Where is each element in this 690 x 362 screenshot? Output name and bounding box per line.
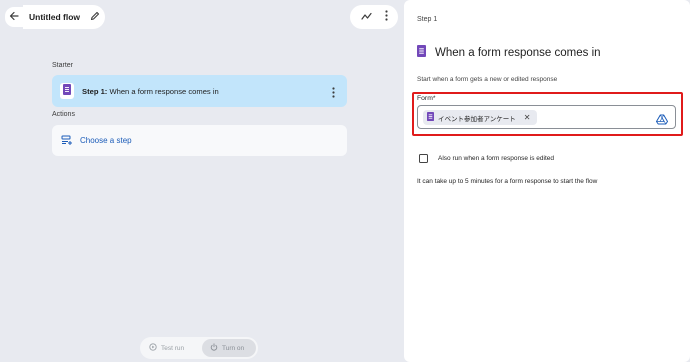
google-forms-icon [63, 82, 71, 100]
power-icon [210, 343, 218, 353]
panel-heading-text: When a form response comes in [435, 46, 601, 59]
edit-pencil-icon[interactable] [90, 11, 100, 23]
starter-label: Starter [52, 62, 74, 69]
form-field-label: Form* [417, 95, 436, 102]
test-run-label: Test run [161, 344, 185, 352]
google-forms-icon [427, 112, 434, 123]
flow-title-chip[interactable]: Untitled flow [23, 5, 105, 29]
form-icon-container [60, 83, 74, 99]
more-options-icon[interactable] [384, 8, 388, 26]
starter-step-prefix: Step 1: [82, 86, 108, 96]
panel-step-label: Step 1 [417, 16, 438, 23]
actions-label: Actions [52, 111, 75, 118]
starter-step-card[interactable]: Step 1: When a form response comes in [52, 75, 347, 107]
test-run-button[interactable]: Test run [149, 339, 199, 357]
google-forms-icon [417, 45, 426, 60]
add-step-icon [61, 135, 72, 147]
activity-chart-icon[interactable] [360, 8, 372, 26]
flow-canvas: Untitled flow Starter Step 1: When a for… [0, 0, 404, 362]
edited-response-label: Also run when a form response is edited [438, 155, 554, 162]
flow-title: Untitled flow [29, 12, 80, 22]
timing-note: It can take up to 5 minutes for a form r… [417, 178, 598, 185]
back-button[interactable] [5, 7, 23, 27]
step-more-icon[interactable] [332, 85, 335, 103]
panel-description: Start when a form gets a new or edited r… [417, 76, 558, 83]
top-actions [350, 5, 398, 29]
form-select-field[interactable]: イベント参加者アンケート ✕ [417, 105, 676, 129]
selected-form-chip[interactable]: イベント参加者アンケート ✕ [423, 110, 537, 125]
turn-on-label: Turn on [222, 344, 245, 352]
google-drive-icon[interactable] [656, 112, 668, 130]
choose-step-button[interactable]: Choose a step [52, 125, 347, 156]
selected-form-name: イベント参加者アンケート [438, 115, 516, 123]
edited-response-checkbox[interactable] [419, 154, 428, 163]
turn-on-button[interactable]: Turn on [202, 339, 256, 357]
step-config-panel: Step 1 When a form response comes in Sta… [404, 0, 690, 362]
choose-step-label: Choose a step [80, 136, 132, 145]
starter-step-text: When a form response comes in [107, 86, 219, 96]
starter-step-title: Step 1: When a form response comes in [82, 87, 219, 96]
back-arrow-icon [9, 8, 19, 26]
run-controls: Test run Turn on [140, 337, 258, 359]
edited-response-option: Also run when a form response is edited [419, 154, 554, 163]
panel-heading: When a form response comes in [417, 45, 601, 60]
remove-chip-icon[interactable]: ✕ [524, 113, 531, 122]
test-run-icon [149, 343, 157, 353]
